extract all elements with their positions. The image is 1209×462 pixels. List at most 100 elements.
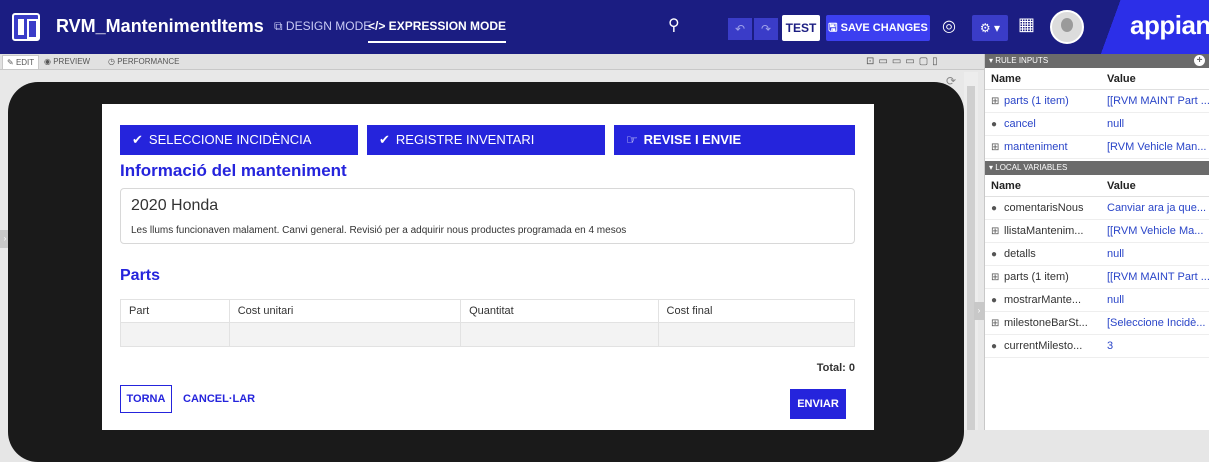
back-button[interactable]: TORNA xyxy=(120,385,172,413)
right-collapse-handle[interactable]: › xyxy=(974,302,984,320)
rule-input-name[interactable]: ⊞ manteniment xyxy=(985,136,1101,158)
redo-icon[interactable]: ↷ xyxy=(754,18,778,40)
bullet-icon: ● xyxy=(991,249,998,260)
local-variable-value[interactable]: [[RVM Vehicle Ma... xyxy=(1101,220,1209,242)
maintenance-card: 2020 Honda Les llums funcionaven malamen… xyxy=(120,188,855,244)
rule-input-name[interactable]: ⊞ parts (1 item) xyxy=(985,90,1101,112)
local-variable-value[interactable]: [Seleccione Incidè... xyxy=(1101,312,1209,334)
add-rule-input-icon[interactable]: + xyxy=(1194,55,1205,66)
column-header[interactable]: Cost final xyxy=(659,300,854,322)
local-variable-row[interactable]: ⊞ parts (1 item) [[RVM MAINT Part ... xyxy=(985,266,1209,289)
milestone-step-3[interactable]: ☞ REVISE I ENVIE xyxy=(614,125,855,155)
rule-input-row[interactable]: ● cancel null xyxy=(985,113,1209,136)
eye-icon: ◉ xyxy=(44,57,54,66)
local-variable-value[interactable]: [[RVM MAINT Part ... xyxy=(1101,266,1209,288)
milestone-label: REVISE I ENVIE xyxy=(643,132,742,147)
undo-icon[interactable]: ↶ xyxy=(728,18,752,40)
column-header[interactable]: Quantitat xyxy=(461,300,659,322)
rule-inputs-heading: RULE INPUTS xyxy=(995,56,1049,65)
bullet-icon: ● xyxy=(991,119,998,130)
test-button[interactable]: TEST xyxy=(782,15,820,41)
design-mode-tab[interactable]: ⧉ DESIGN MODE xyxy=(274,19,371,34)
preview-eye-icon[interactable]: ◎ xyxy=(942,16,956,36)
gear-icon: ⚙ xyxy=(979,21,991,35)
expression-mode-tab[interactable]: </> EXPRESSION MODE xyxy=(368,19,507,43)
app-grid-icon[interactable]: ▦ xyxy=(1018,14,1035,35)
local-variable-row[interactable]: ● detalls null xyxy=(985,243,1209,266)
table-cell xyxy=(230,323,462,346)
local-variables-columns: Name Value xyxy=(985,175,1209,197)
avatar[interactable] xyxy=(1050,10,1084,44)
maintenance-description: Les llums funcionaven malament. Canvi ge… xyxy=(131,225,627,236)
local-variable-row[interactable]: ● mostrarMante... null xyxy=(985,289,1209,312)
rotate-icon[interactable]: ⟳ xyxy=(946,74,956,88)
local-variable-name[interactable]: ⊞ milestoneBarSt... xyxy=(985,312,1101,334)
vehicle-name: 2020 Honda xyxy=(131,197,219,214)
tab-edit-label: EDIT xyxy=(15,58,35,67)
rule-input-name-label: manteniment xyxy=(1004,141,1068,153)
local-variables-header[interactable]: ▾ LOCAL VARIABLES xyxy=(985,161,1209,175)
column-header[interactable]: Cost unitari xyxy=(230,300,462,322)
expand-icon[interactable]: ⊞ xyxy=(991,90,1000,112)
local-variable-row[interactable]: ⊞ llistaMantenim... [[RVM Vehicle Ma... xyxy=(985,220,1209,243)
lightbulb-icon[interactable]: ⚲ xyxy=(668,15,680,35)
milestone-step-2[interactable]: ✔ REGISTRE INVENTARI xyxy=(367,125,605,155)
local-variable-name-label: mostrarMante... xyxy=(1004,294,1082,306)
local-variable-value[interactable]: 3 xyxy=(1101,335,1209,357)
value-column-header: Value xyxy=(1107,73,1136,85)
local-variable-name-label: detalls xyxy=(1004,248,1036,260)
check-icon: ✔ xyxy=(379,132,390,147)
milestone-step-1[interactable]: ✔ SELECCIONE INCIDÈNCIA xyxy=(120,125,358,155)
rule-input-value[interactable]: null xyxy=(1101,113,1209,135)
device-selector-icons[interactable]: ⊡▭▭▭▢▯ xyxy=(866,56,942,67)
local-variable-name[interactable]: ⊞ parts (1 item) xyxy=(985,266,1101,288)
rule-inputs-header[interactable]: ▾ RULE INPUTS + xyxy=(985,54,1209,68)
tab-preview[interactable]: ◉ PREVIEW xyxy=(44,57,90,66)
local-variable-row[interactable]: ● currentMilesto... 3 xyxy=(985,335,1209,358)
send-button[interactable]: ENVIAR xyxy=(790,389,846,419)
canvas-scrollbar[interactable] xyxy=(964,72,978,430)
local-variable-name-label: milestoneBarSt... xyxy=(1004,317,1088,329)
local-variable-value[interactable]: null xyxy=(1101,289,1209,311)
rule-input-row[interactable]: ⊞ manteniment [RVM Vehicle Man... xyxy=(985,136,1209,159)
local-variable-name[interactable]: ● currentMilesto... xyxy=(985,335,1101,357)
expand-icon[interactable]: ⊞ xyxy=(991,220,1000,242)
local-variable-row[interactable]: ● comentarisNous Canviar ara ja que... xyxy=(985,197,1209,220)
local-variable-name-label: parts (1 item) xyxy=(1004,271,1069,283)
settings-menu-button[interactable]: ⚙ ▾ xyxy=(972,15,1008,41)
interface-icon[interactable] xyxy=(12,13,40,41)
rule-input-value[interactable]: [RVM Vehicle Man... xyxy=(1101,136,1209,158)
column-header[interactable]: Part xyxy=(121,300,230,322)
local-variable-name[interactable]: ● mostrarMante... xyxy=(985,289,1101,311)
expand-icon[interactable]: ⊞ xyxy=(991,312,1000,334)
value-column-header: Value xyxy=(1107,180,1136,192)
milestone-label: REGISTRE INVENTARI xyxy=(395,132,535,147)
scrollbar-thumb[interactable] xyxy=(967,86,975,430)
rule-input-row[interactable]: ⊞ parts (1 item) [[RVM MAINT Part ... xyxy=(985,90,1209,113)
name-column-header: Name xyxy=(991,73,1021,85)
save-changes-button[interactable]: 🖫 SAVE CHANGES xyxy=(826,15,930,41)
table-cell xyxy=(461,323,659,346)
local-variable-value[interactable]: null xyxy=(1101,243,1209,265)
local-variable-name[interactable]: ⊞ llistaMantenim... xyxy=(985,220,1101,242)
local-variable-value[interactable]: Canviar ara ja que... xyxy=(1101,197,1209,219)
tab-edit[interactable]: ✎ EDIT xyxy=(2,55,40,69)
save-icon: 🖫 xyxy=(828,22,841,34)
local-variable-name[interactable]: ● comentarisNous xyxy=(985,197,1101,219)
section-title-info: Informació del manteniment xyxy=(120,161,347,180)
rule-input-value[interactable]: [[RVM MAINT Part ... xyxy=(1101,90,1209,112)
tab-preview-label: PREVIEW xyxy=(53,57,91,66)
tab-performance[interactable]: ◷ PERFORMANCE xyxy=(108,57,179,66)
rule-input-name[interactable]: ● cancel xyxy=(985,113,1101,135)
rule-input-name-label: cancel xyxy=(1004,118,1036,130)
section-title-parts: Parts xyxy=(120,267,161,284)
cancel-button[interactable]: CANCEL·LAR xyxy=(183,385,255,413)
expand-icon[interactable]: ⊞ xyxy=(991,266,1000,288)
check-icon: ✔ xyxy=(132,132,143,147)
local-variable-name-label: currentMilesto... xyxy=(1004,340,1083,352)
expand-icon[interactable]: ⊞ xyxy=(991,136,1000,158)
local-variable-name[interactable]: ● detalls xyxy=(985,243,1101,265)
local-variable-row[interactable]: ⊞ milestoneBarSt... [Seleccione Incidè... xyxy=(985,312,1209,335)
edit-icon: ✎ xyxy=(7,58,16,67)
tab-performance-label: PERFORMANCE xyxy=(117,57,180,66)
